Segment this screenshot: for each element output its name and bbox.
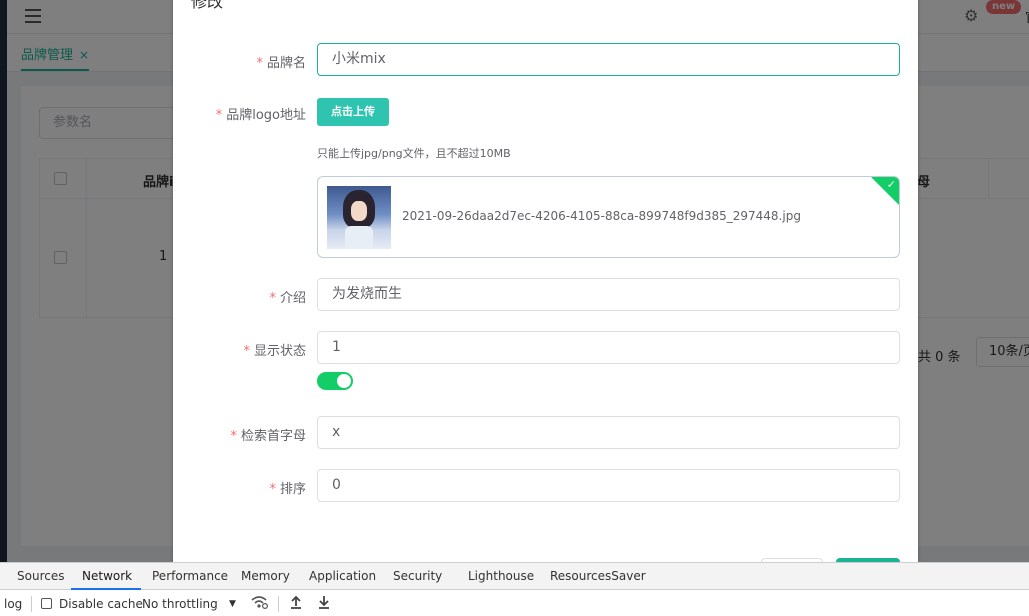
tab-network[interactable]: Network xyxy=(82,569,132,583)
tab-lighthouse[interactable]: Lighthouse xyxy=(468,569,534,583)
brand-name-label: * 品牌名 xyxy=(256,56,306,71)
import-har-icon[interactable] xyxy=(290,594,302,613)
disable-cache-label[interactable]: Disable cache xyxy=(59,597,143,611)
upload-tip: 只能上传jpg/png文件，且不超过10MB xyxy=(317,147,511,160)
tab-security[interactable]: Security xyxy=(393,569,442,583)
devtools-toolbar: log Disable cache No throttling ▼ xyxy=(0,590,1029,616)
show-status-input[interactable]: 1 xyxy=(317,331,900,364)
uploaded-image-thumbnail xyxy=(327,186,391,249)
devtools-tabs: Sources Network Performance Memory Appli… xyxy=(0,563,1029,590)
show-status-label: * 显示状态 xyxy=(243,344,306,359)
uploaded-file-card[interactable]: 2021-09-26daa2d7ec-4206-4105-88ca-899748… xyxy=(317,176,900,258)
intro-input[interactable]: 为发烧而生 xyxy=(317,278,900,311)
tab-application[interactable]: Application xyxy=(309,569,376,583)
preserve-log-label: log xyxy=(4,597,23,611)
edit-brand-dialog: 修改 * 品牌名 小米mix * 品牌logo地址 点击上传 只能上传jpg/png… xyxy=(173,0,918,562)
logo-label: * 品牌logo地址 xyxy=(215,108,306,123)
disable-cache-checkbox[interactable] xyxy=(41,598,52,609)
sort-input[interactable]: 0 xyxy=(317,469,900,502)
upload-button[interactable]: 点击上传 xyxy=(317,98,389,126)
show-status-switch[interactable] xyxy=(317,372,353,390)
brand-name-input[interactable]: 小米mix xyxy=(317,43,900,76)
export-har-icon[interactable] xyxy=(318,594,330,613)
intro-label: * 介绍 xyxy=(269,291,306,306)
devtools-panel: Sources Network Performance Memory Appli… xyxy=(0,562,1029,616)
tab-sources[interactable]: Sources xyxy=(17,569,64,583)
first-letter-label: * 检索首字母 xyxy=(230,429,306,444)
throttling-select[interactable]: No throttling xyxy=(142,597,218,611)
tab-resourcessaver[interactable]: ResourcesSaver xyxy=(550,569,646,583)
chevron-down-icon[interactable]: ▼ xyxy=(229,599,236,609)
dialog-title: 修改 xyxy=(191,0,224,11)
network-conditions-icon[interactable] xyxy=(250,594,269,613)
uploaded-file-name: 2021-09-26daa2d7ec-4206-4105-88ca-899748… xyxy=(402,209,801,223)
check-icon: ✓ xyxy=(886,178,896,191)
tab-memory[interactable]: Memory xyxy=(241,569,290,583)
first-letter-input[interactable]: x xyxy=(317,416,900,449)
sort-label: * 排序 xyxy=(269,482,306,497)
tab-performance[interactable]: Performance xyxy=(152,569,228,583)
